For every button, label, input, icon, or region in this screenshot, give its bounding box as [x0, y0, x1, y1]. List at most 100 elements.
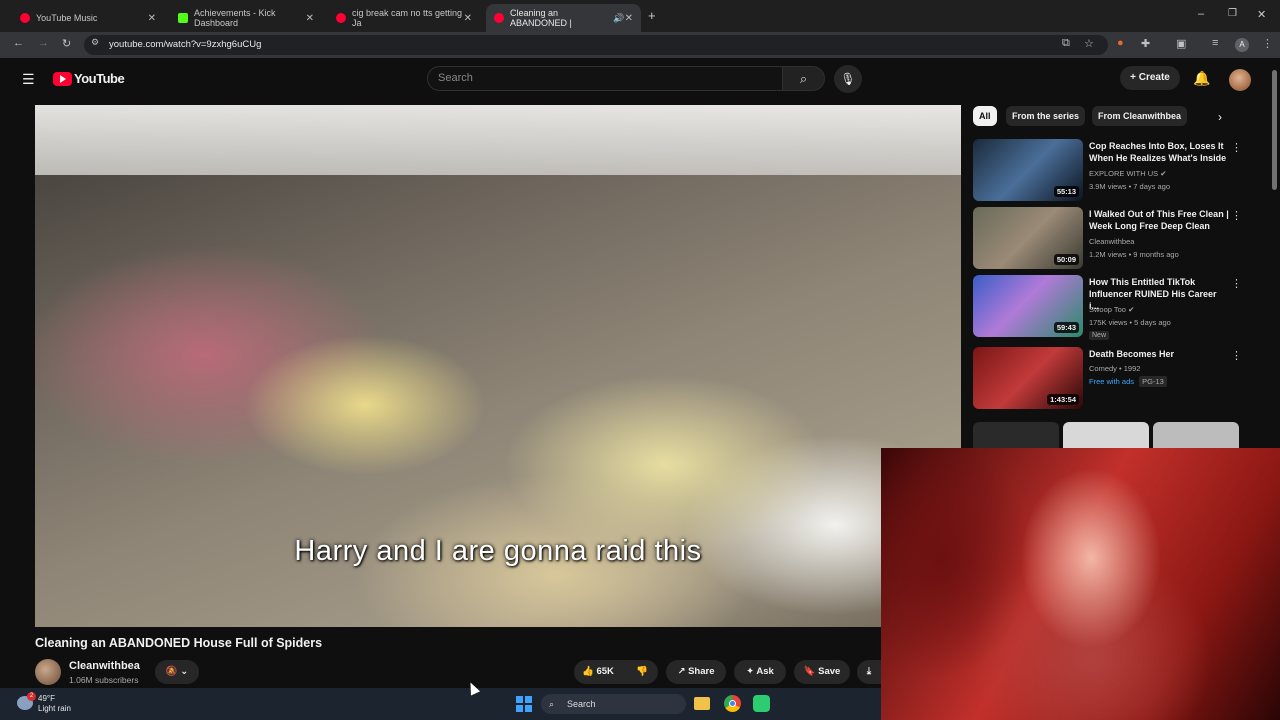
channel-name: Comedy • 1992 [1089, 364, 1141, 373]
close-tab-icon[interactable]: ✕ [148, 13, 156, 24]
side-panel-icon[interactable]: ▣ [1176, 37, 1186, 50]
new-tab-icon[interactable]: + [648, 8, 656, 23]
search-button[interactable]: ⌕ [783, 66, 825, 91]
video-thumbnail: 50:09 [973, 207, 1083, 269]
verified-icon: ✔ [1128, 305, 1135, 314]
video-thumbnail: 59:43 [973, 275, 1083, 337]
video-meta: 1.2M views • 9 months ago [1089, 250, 1179, 259]
video-title: Cop Reaches Into Box, Loses It When He R… [1089, 141, 1227, 163]
notification-badge: 2 [27, 692, 36, 701]
chrome-icon[interactable] [724, 695, 741, 712]
install-app-icon[interactable]: ⧉ [1062, 37, 1070, 50]
video-thumbnail: 55:13 [973, 139, 1083, 201]
maximize-icon[interactable]: ❐ [1228, 8, 1237, 19]
save-button[interactable]: 🔖 Save [794, 660, 850, 684]
voice-search-button[interactable]: 🎙 [834, 65, 862, 93]
chip-from-channel[interactable]: From Cleanwithbea [1092, 106, 1188, 126]
create-button[interactable]: + Create [1120, 66, 1180, 90]
subscribed-button[interactable]: 🔕 ⌄ [155, 660, 199, 684]
browser-menu-icon[interactable]: ⋮ [1262, 37, 1273, 50]
search-icon: ⌕ [799, 71, 808, 86]
thumbs-down-icon: 👎 [636, 666, 648, 677]
video-duration: 1:43:54 [1047, 394, 1079, 405]
chevron-right-icon[interactable]: › [1218, 110, 1222, 124]
video-title: Death Becomes Her [1089, 349, 1175, 359]
close-window-icon[interactable]: ✕ [1257, 8, 1266, 21]
notification-off-icon: 🔕 [165, 666, 178, 677]
youtube-icon [494, 13, 504, 23]
youtube-logo-text[interactable]: YouTube [74, 71, 125, 86]
weather-widget[interactable]: 49°F Light rain [38, 694, 71, 714]
more-options-icon[interactable]: ⋮ [1231, 141, 1242, 154]
taskbar-search[interactable]: ⌕ Search [541, 694, 686, 714]
tab-cleaning-abandoned[interactable]: Cleaning an ABANDONED | 🔊 ✕ [486, 4, 641, 32]
thumbs-up-icon: 👍 [582, 666, 594, 677]
close-tab-icon[interactable]: ✕ [625, 13, 633, 24]
chevron-down-icon: ⌄ [180, 666, 189, 677]
extensions-puzzle-icon[interactable]: ✚ [1141, 37, 1150, 50]
channel-name: Cleanwithbea [1089, 237, 1135, 246]
profile-avatar[interactable]: A [1235, 38, 1249, 52]
more-options-icon[interactable]: ⋮ [1231, 209, 1242, 222]
recommended-video-card[interactable]: 1:43:54 Death Becomes Her Comedy • 1992 … [973, 347, 1243, 411]
share-button[interactable]: ↗ Share [666, 660, 726, 684]
tab-cig-break[interactable]: cig break cam no tts getting Ja ✕ [328, 4, 480, 32]
minimize-icon[interactable]: – [1198, 8, 1204, 20]
more-options-icon[interactable]: ⋮ [1231, 349, 1242, 362]
close-tab-icon[interactable]: ✕ [464, 13, 472, 24]
forward-icon[interactable]: → [38, 37, 49, 49]
search-icon: ⌕ [549, 699, 555, 709]
kick-icon [178, 13, 188, 23]
bookmark-star-icon[interactable]: ☆ [1084, 37, 1094, 50]
subscriber-count: 1.06M subscribers [69, 675, 139, 685]
address-bar[interactable]: youtube.com/watch?v=9zxhg6uCUg [84, 35, 1108, 55]
hamburger-menu-icon[interactable]: ☰ [22, 71, 35, 88]
close-tab-icon[interactable]: ✕ [306, 13, 314, 24]
reload-icon[interactable]: ↻ [62, 37, 71, 50]
channel-name[interactable]: Cleanwithbea [69, 660, 140, 672]
recommended-video-card[interactable]: 50:09 I Walked Out of This Free Clean | … [973, 207, 1243, 271]
channel-avatar[interactable] [35, 659, 61, 685]
dislike-button[interactable]: 👎 [636, 660, 648, 684]
video-meta: 175K views • 5 days ago [1089, 318, 1171, 327]
tab-kick-dashboard[interactable]: Achievements - Kick Dashboard ✕ [170, 4, 322, 32]
video-thumbnail[interactable] [1153, 422, 1239, 448]
tab-search-icon[interactable]: ≡ [1212, 37, 1218, 49]
extension-icon[interactable]: ● [1117, 37, 1124, 49]
verified-icon: ✔ [1160, 169, 1167, 178]
video-frame-shelf [35, 105, 961, 175]
download-button[interactable]: ⤓ [857, 660, 881, 684]
search-input[interactable]: Search [427, 66, 783, 91]
free-with-ads-label: Free with ads PG-13 [1089, 376, 1167, 387]
microphone-icon: 🎙 [840, 72, 856, 86]
recommended-video-card[interactable]: 55:13 Cop Reaches Into Box, Loses It Whe… [973, 139, 1243, 203]
app-icon[interactable] [753, 695, 770, 712]
recommended-video-card[interactable]: 59:43 How This Entitled TikTok Influence… [973, 275, 1243, 340]
windows-start-icon[interactable] [516, 696, 532, 712]
video-thumbnail[interactable] [1063, 422, 1149, 448]
video-thumbnail: 1:43:54 [973, 347, 1083, 409]
more-options-icon[interactable]: ⋮ [1231, 277, 1242, 290]
page-scrollbar[interactable] [1272, 70, 1277, 190]
windows-taskbar [0, 688, 881, 720]
share-icon: ↗ [677, 666, 686, 677]
chip-all[interactable]: All [973, 106, 997, 126]
site-info-icon[interactable]: ⚙ [91, 37, 99, 48]
like-button[interactable]: 👍 65K [582, 660, 614, 684]
ask-button[interactable]: ✦ Ask [734, 660, 786, 684]
sparkle-icon: ✦ [746, 666, 755, 677]
notifications-bell-icon[interactable]: 🔔 [1193, 70, 1210, 87]
account-avatar[interactable] [1229, 69, 1251, 91]
video-duration: 59:43 [1053, 322, 1079, 333]
tab-youtube-music[interactable]: YouTube Music ✕ [12, 4, 164, 32]
channel-name: EXPLORE WITH US ✔ [1089, 169, 1167, 178]
audio-playing-icon[interactable]: 🔊 [613, 13, 624, 24]
webcam-overlay [881, 448, 1280, 720]
back-icon[interactable]: ← [13, 37, 24, 49]
video-thumbnail[interactable] [973, 422, 1059, 448]
chip-from-the-series[interactable]: From the series [1006, 106, 1086, 126]
file-explorer-icon[interactable] [694, 697, 710, 710]
new-badge: New [1089, 331, 1110, 340]
video-player[interactable]: Harry and I are gonna raid this [35, 105, 961, 627]
youtube-logo-icon[interactable] [53, 72, 72, 86]
